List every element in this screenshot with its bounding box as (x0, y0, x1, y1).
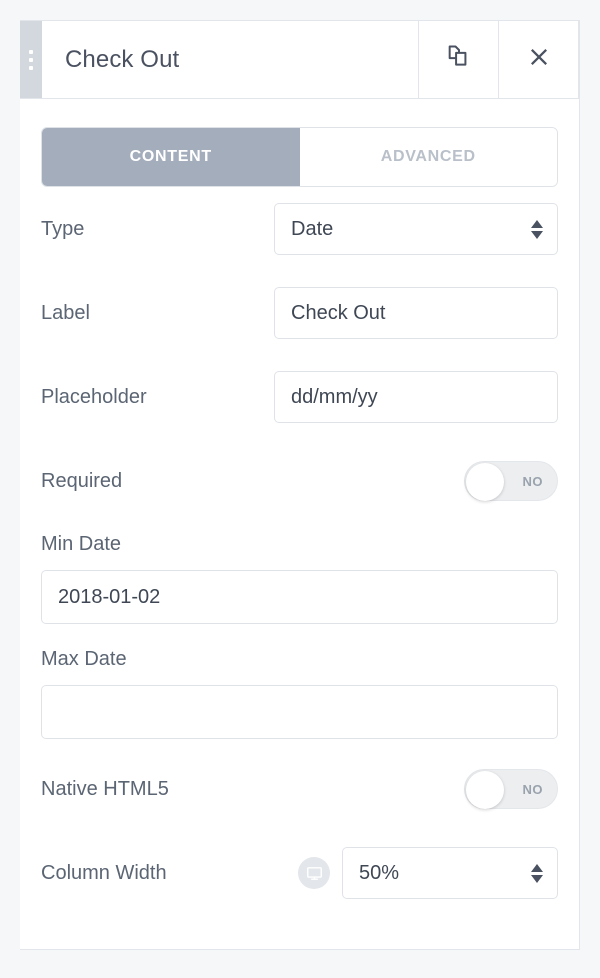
min-date-label: Min Date (41, 533, 122, 555)
tab-content[interactable]: CONTENT (42, 128, 300, 186)
required-label: Required (41, 469, 123, 492)
native-html5-toggle[interactable]: NO (464, 769, 558, 809)
field-row-label: Label Check Out (41, 271, 558, 355)
field-group-max-date: Max Date (41, 624, 558, 739)
field-group-min-date: Min Date 2018-01-02 (41, 523, 558, 624)
placeholder-control: dd/mm/yy (274, 371, 558, 423)
panel-body: CONTENT ADVANCED Type Date Label Check O… (20, 127, 579, 915)
required-control: NO (464, 461, 558, 501)
native-html5-control: NO (464, 769, 558, 809)
label-control: Check Out (274, 287, 558, 339)
arrow-down (531, 874, 543, 883)
stepper-arrows-icon (531, 219, 543, 239)
label-value: Check Out (291, 301, 386, 324)
field-row-required: Required NO (41, 439, 558, 523)
max-date-input[interactable] (41, 685, 558, 739)
native-html5-label: Native HTML5 (41, 777, 169, 800)
column-width-label: Column Width (41, 861, 167, 884)
field-row-placeholder: Placeholder dd/mm/yy (41, 355, 558, 439)
arrow-down (531, 230, 543, 239)
type-select[interactable]: Date (274, 203, 558, 255)
widget-settings-panel: Check Out CONTENT ADVANCED Type Date Lab… (20, 20, 580, 950)
drag-dot (29, 57, 33, 62)
panel-header: Check Out (20, 20, 579, 99)
type-value: Date (291, 217, 334, 240)
min-date-input[interactable]: 2018-01-02 (41, 570, 558, 624)
placeholder-label: Placeholder (41, 385, 147, 408)
duplicate-button[interactable] (418, 21, 498, 98)
close-icon (527, 45, 551, 74)
drag-dot (29, 65, 33, 70)
placeholder-value: dd/mm/yy (291, 385, 378, 408)
native-html5-toggle-state: NO (522, 781, 543, 797)
tab-bar: CONTENT ADVANCED (41, 127, 558, 187)
column-width-select[interactable]: 50% (342, 847, 558, 899)
duplicate-icon (445, 43, 473, 76)
max-date-label: Max Date (41, 648, 127, 670)
tab-advanced[interactable]: ADVANCED (299, 128, 557, 186)
label-label: Label (41, 301, 90, 324)
column-width-value: 50% (359, 861, 400, 884)
type-control: Date (274, 203, 558, 255)
required-toggle-state: NO (522, 473, 543, 489)
min-date-value: 2018-01-02 (58, 585, 161, 608)
page-title: Check Out (65, 45, 180, 73)
close-button[interactable] (498, 21, 578, 98)
field-row-type: Type Date (41, 187, 558, 271)
type-label: Type (41, 217, 85, 240)
placeholder-input[interactable]: dd/mm/yy (274, 371, 558, 423)
drag-dots-icon[interactable] (20, 21, 42, 98)
required-toggle[interactable]: NO (464, 461, 558, 501)
desktop-monitor-icon[interactable] (298, 857, 330, 889)
toggle-knob (466, 463, 504, 501)
toggle-knob (466, 771, 504, 809)
column-width-control: 50% (298, 847, 558, 899)
arrow-up (531, 863, 543, 872)
arrow-up (531, 219, 543, 228)
label-input[interactable]: Check Out (274, 287, 558, 339)
stepper-arrows-icon (531, 863, 543, 883)
drag-dot (29, 49, 33, 54)
field-row-native-html5: Native HTML5 NO (41, 747, 558, 831)
field-row-column-width: Column Width 50% (41, 831, 558, 915)
